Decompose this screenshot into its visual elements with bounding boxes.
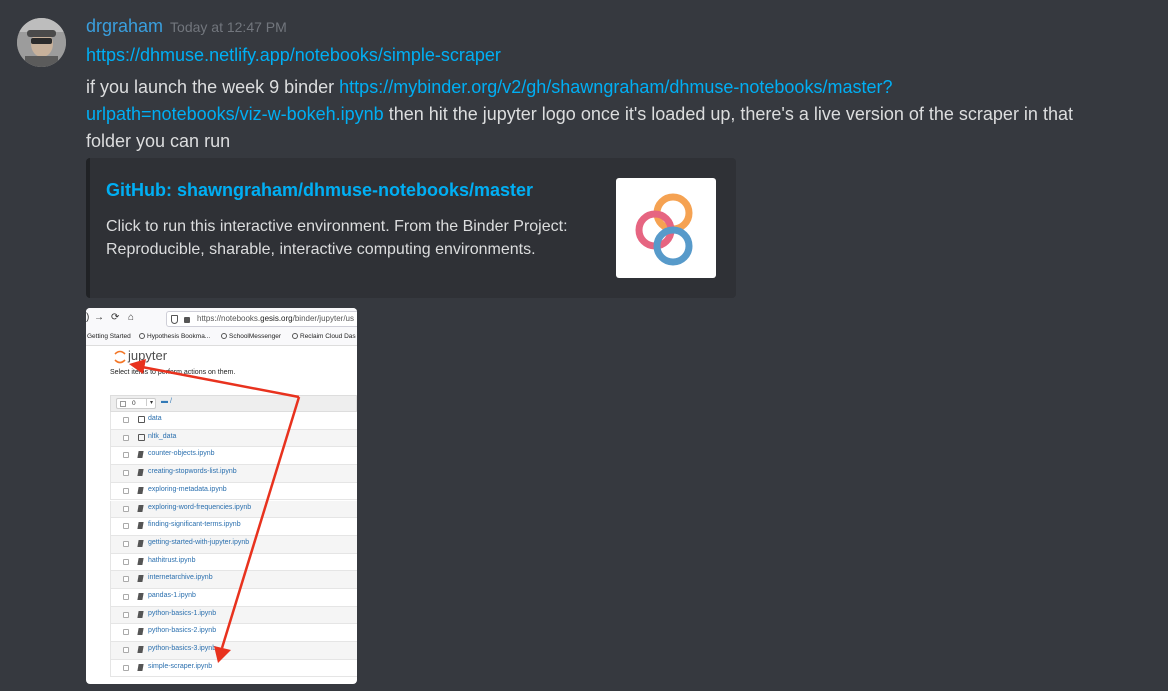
message-line-3: urlpath=notebooks/viz-w-bokeh.ipynb then… (86, 101, 1073, 128)
arrow-to-simple-scraper (214, 396, 301, 663)
message-text: folder you can run (86, 131, 231, 151)
embed-title[interactable]: GitHub: shawngraham/dhmuse-notebooks/mas… (106, 180, 533, 201)
message-header: drgraham Today at 12:47 PM (86, 16, 287, 37)
message-text: then hit the jupyter logo once it's load… (383, 104, 1073, 124)
username[interactable]: drgraham (86, 16, 163, 36)
attached-screenshot[interactable]: ) → ⟳ ⌂ https://notebooks.gesis.org/bind… (86, 308, 357, 684)
dhmuse-link[interactable]: https://dhmuse.netlify.app/notebooks/sim… (86, 45, 501, 65)
message-line-4: folder you can run (86, 128, 230, 155)
annotation-arrows (129, 359, 301, 663)
arrow-to-jupyter-logo (129, 359, 300, 399)
message-line-2: if you launch the week 9 binder https://… (86, 74, 892, 101)
embed-description: Click to run this interactive environmen… (106, 218, 568, 258)
binder-link[interactable]: https://mybinder.org/v2/gh/shawngraham/d… (339, 77, 892, 97)
binder-logo-icon[interactable] (616, 178, 716, 278)
link-embed: GitHub: shawngraham/dhmuse-notebooks/mas… (86, 158, 736, 298)
user-avatar[interactable] (17, 18, 66, 67)
message-line-1: https://dhmuse.netlify.app/notebooks/sim… (86, 42, 501, 69)
timestamp[interactable]: Today at 12:47 PM (170, 19, 287, 35)
binder-link-continued[interactable]: urlpath=notebooks/viz-w-bokeh.ipynb (86, 104, 384, 124)
message-text: if you launch the week 9 binder (86, 77, 340, 97)
